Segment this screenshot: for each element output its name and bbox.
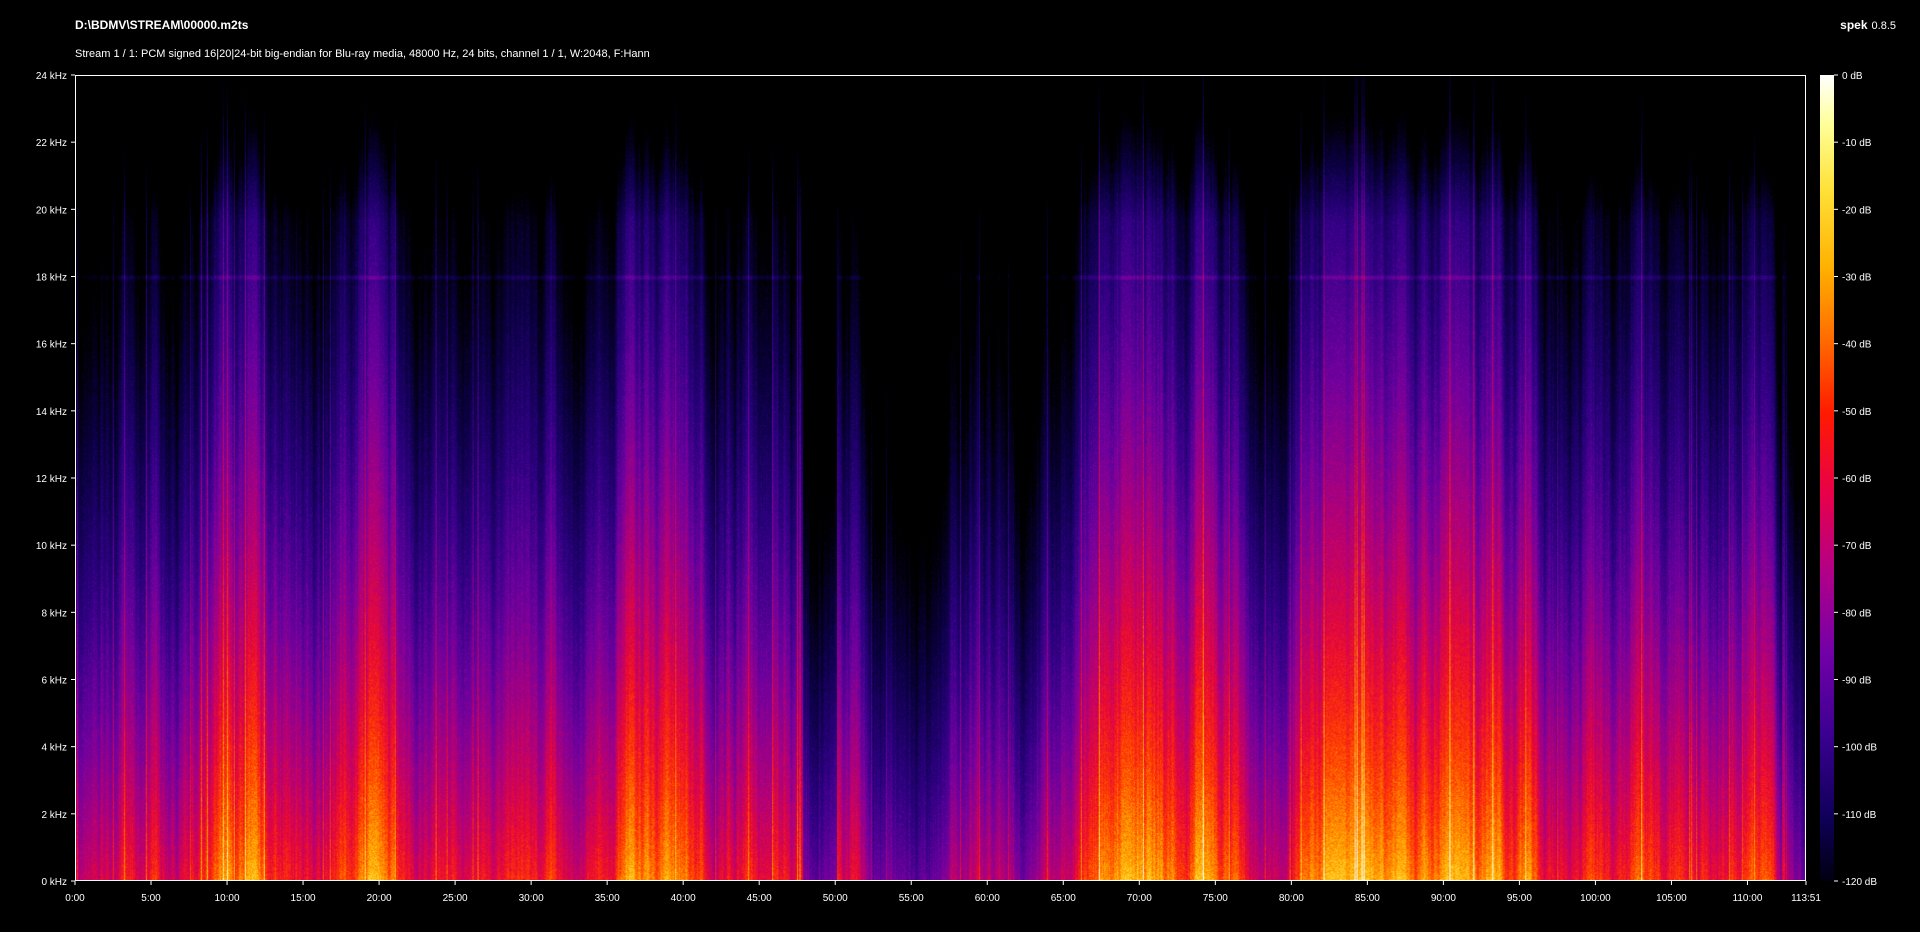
freq-tick-label: 18 kHz: [36, 273, 67, 284]
time-tick-label: 100:00: [1580, 893, 1611, 904]
freq-tick-label: 12 kHz: [36, 474, 67, 485]
time-tick-label: 85:00: [1355, 893, 1380, 904]
time-tick-label: 20:00: [367, 893, 392, 904]
time-tick-label: 110:00: [1733, 893, 1763, 904]
time-tick-label: 95:00: [1507, 893, 1532, 904]
time-tick-label: 65:00: [1051, 893, 1076, 904]
freq-tick-label: 4 kHz: [41, 743, 67, 754]
time-tick-label: 75:00: [1203, 893, 1228, 904]
time-tick-label: 80:00: [1279, 893, 1304, 904]
time-tick-label: 10:00: [215, 893, 240, 904]
time-tick-label: 15:00: [291, 893, 316, 904]
time-tick-label: 25:00: [443, 893, 468, 904]
db-tick-label: -20 dB: [1842, 205, 1872, 216]
db-tick-label: -70 dB: [1842, 541, 1872, 552]
freq-tick-label: 0 kHz: [41, 877, 67, 888]
freq-tick-label: 14 kHz: [36, 407, 67, 418]
time-tick-label: 70:00: [1127, 893, 1152, 904]
freq-tick-label: 24 kHz: [36, 71, 67, 82]
time-tick-label: 55:00: [899, 893, 924, 904]
db-tick-label: -80 dB: [1842, 608, 1872, 619]
db-tick-label: -50 dB: [1842, 407, 1872, 418]
time-tick-label: 113:51: [1791, 893, 1821, 904]
time-tick-label: 40:00: [671, 893, 696, 904]
db-tick-label: -10 dB: [1842, 138, 1872, 149]
freq-tick-label: 6 kHz: [41, 676, 67, 687]
time-tick-label: 60:00: [975, 893, 1000, 904]
db-tick-label: -110 dB: [1842, 810, 1877, 821]
freq-tick-label: 16 kHz: [36, 340, 67, 351]
freq-tick-label: 22 kHz: [36, 138, 67, 149]
freq-tick-label: 10 kHz: [36, 541, 67, 552]
time-tick-label: 45:00: [747, 893, 772, 904]
time-tick-label: 105:00: [1656, 893, 1687, 904]
time-tick-label: 5:00: [141, 893, 161, 904]
db-tick-label: -60 dB: [1842, 474, 1872, 485]
freq-tick-label: 8 kHz: [41, 608, 67, 619]
time-tick-label: 30:00: [519, 893, 544, 904]
time-tick-label: 50:00: [823, 893, 848, 904]
time-tick-label: 0:00: [65, 893, 85, 904]
freq-tick-label: 20 kHz: [36, 205, 67, 216]
db-tick-label: -120 dB: [1842, 877, 1877, 888]
freq-tick-label: 2 kHz: [41, 810, 67, 821]
axes-overlay: 24 kHz 22 kHz 20 kHz 18 kHz 16 kHz 14 kHz 12 k…: [36, 71, 1877, 904]
db-tick-label: -90 dB: [1842, 676, 1872, 687]
db-tick-label: -40 dB: [1842, 340, 1872, 351]
time-tick-label: 35:00: [595, 893, 620, 904]
db-tick-label: -100 dB: [1842, 743, 1877, 754]
time-tick-label: 90:00: [1431, 893, 1456, 904]
db-tick-label: -30 dB: [1842, 273, 1872, 284]
db-tick-label: 0 dB: [1842, 71, 1863, 82]
